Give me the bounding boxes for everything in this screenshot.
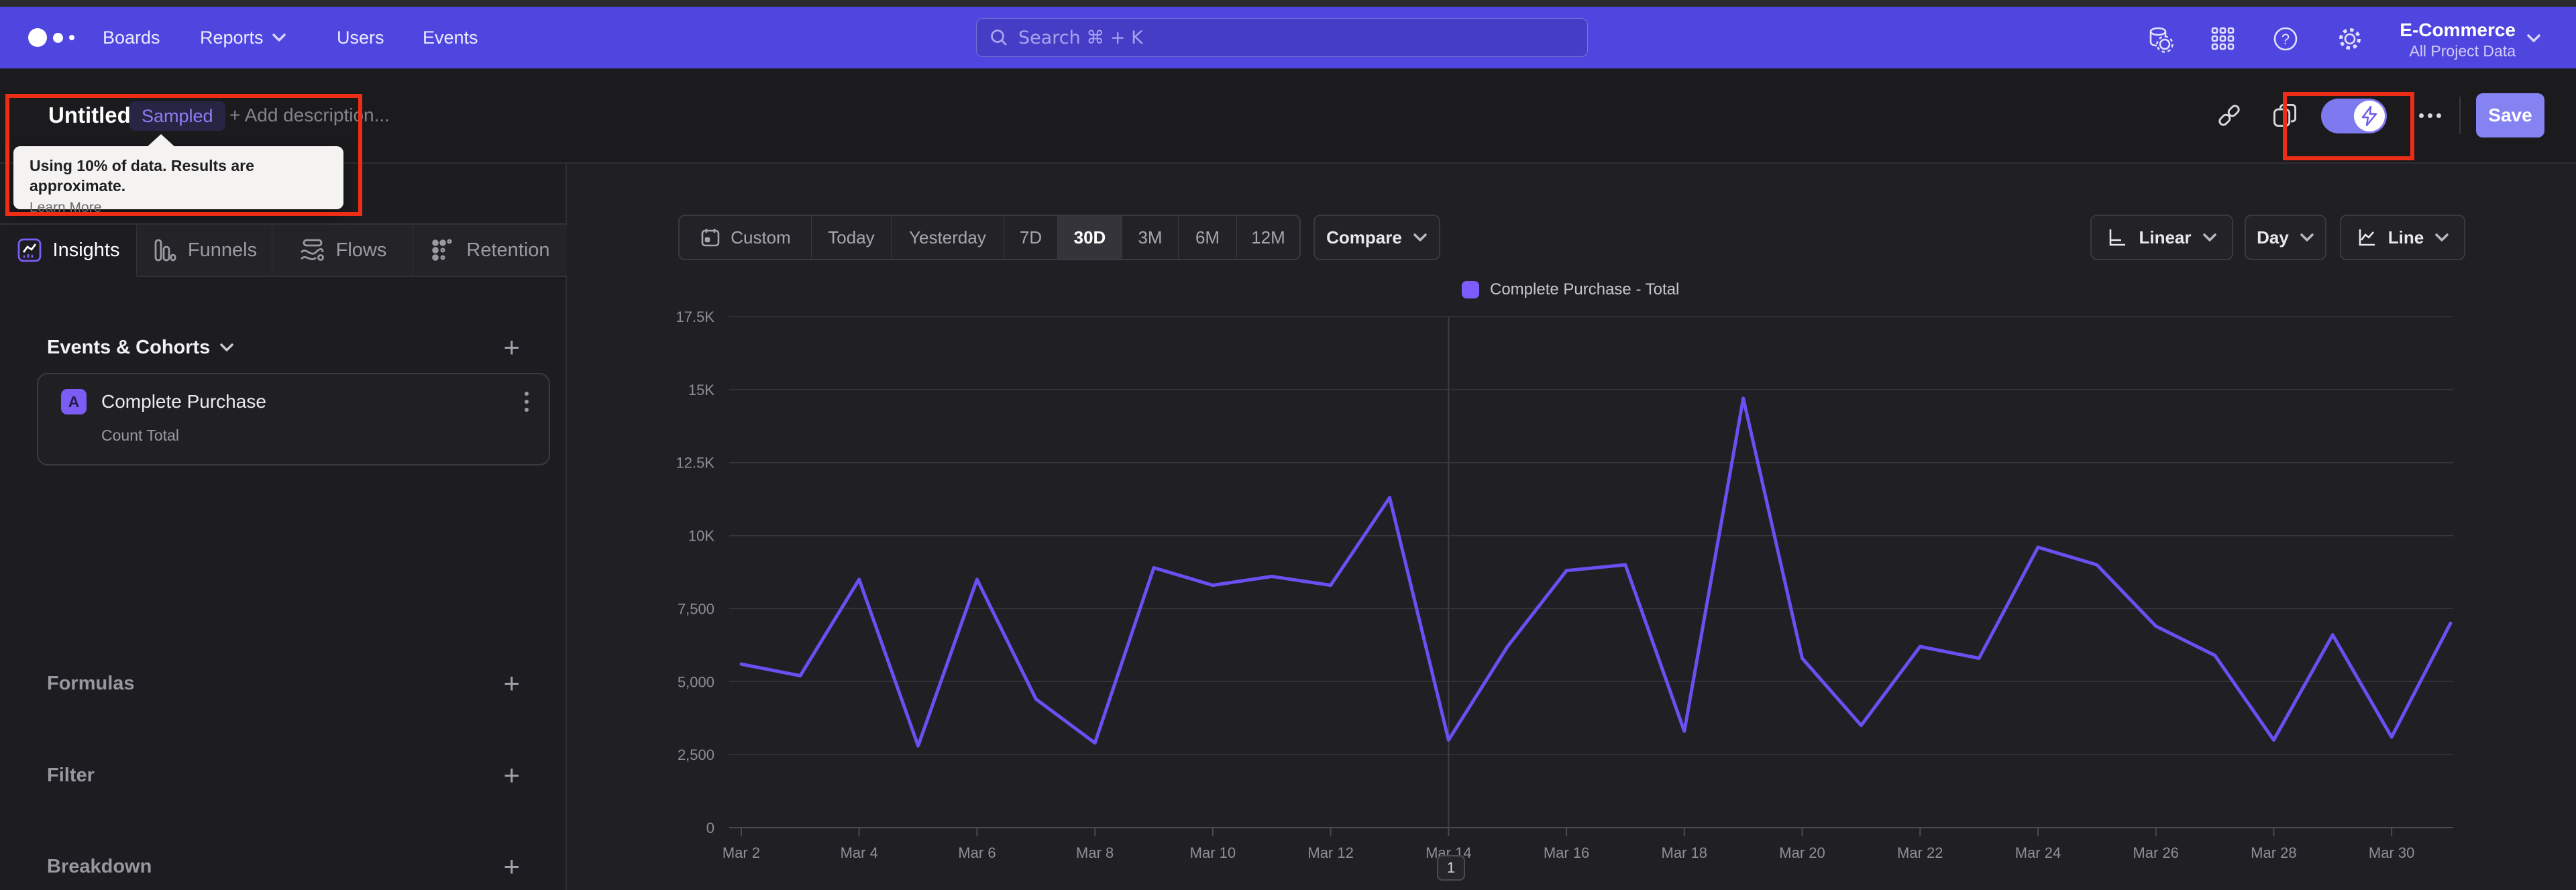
lightning-bolt-icon <box>2361 106 2377 126</box>
window-top-strip <box>0 0 2576 7</box>
svg-text:Mar 26: Mar 26 <box>2133 844 2178 861</box>
svg-text:5,000: 5,000 <box>678 673 714 690</box>
nav-users[interactable]: Users <box>337 7 384 68</box>
event-options-icon[interactable] <box>521 388 533 416</box>
flows-icon <box>300 239 324 261</box>
settings-gear-icon[interactable] <box>2335 24 2365 54</box>
svg-text:2,500: 2,500 <box>678 746 714 763</box>
project-scope: All Project Data <box>2409 42 2516 60</box>
report-header-bar: Untitled Sampled + Add description... Sa… <box>0 68 2576 164</box>
chart-panel: Custom Today Yesterday 7D 30D 3M 6M 12M … <box>568 164 2576 890</box>
svg-text:Mar 18: Mar 18 <box>1662 844 1707 861</box>
add-filter-button[interactable]: + <box>503 761 520 789</box>
search-icon <box>991 30 1007 46</box>
nav-boards[interactable]: Boards <box>103 7 160 68</box>
svg-text:?: ? <box>2282 31 2290 48</box>
svg-text:Mar 20: Mar 20 <box>1779 844 1825 861</box>
more-options-icon[interactable] <box>2412 98 2447 133</box>
section-breakdown: Breakdown + <box>47 850 520 882</box>
learn-more-link[interactable]: Learn More <box>30 200 101 216</box>
svg-text:Mar 24: Mar 24 <box>2015 844 2061 861</box>
add-event-button[interactable]: + <box>503 333 520 361</box>
svg-text:17.5K: 17.5K <box>676 309 715 325</box>
project-switcher[interactable]: E-Commerce All Project Data <box>2388 19 2516 60</box>
event-name: Complete Purchase <box>101 391 266 412</box>
sampled-badge[interactable]: Sampled <box>129 101 225 131</box>
svg-text:Mar 10: Mar 10 <box>1190 844 1236 861</box>
svg-text:Mar 30: Mar 30 <box>2369 844 2414 861</box>
sampling-toggle[interactable] <box>2321 99 2387 133</box>
line-chart[interactable]: 0 2,500 5,000 7,500 10K 12.5K 15K 17.5K Mar 2 Mar… <box>568 164 2576 890</box>
svg-text:Mar 6: Mar 6 <box>958 844 996 861</box>
add-formula-button[interactable]: + <box>503 669 520 698</box>
tab-flows[interactable]: Flows <box>272 225 413 277</box>
svg-text:Mar 4: Mar 4 <box>841 844 878 861</box>
mixpanel-insights-page: Boards Reports Users Events Search ⌘ + K… <box>0 0 2576 890</box>
svg-text:Mar 2: Mar 2 <box>722 844 760 861</box>
chevron-down-icon[interactable] <box>2526 34 2541 43</box>
events-cohorts-dropdown[interactable]: Events & Cohorts <box>47 337 234 359</box>
copy-link-icon[interactable] <box>2212 98 2247 133</box>
save-button[interactable]: Save <box>2476 93 2544 137</box>
event-metric[interactable]: Count Total <box>38 416 549 445</box>
svg-text:7,500: 7,500 <box>678 600 714 617</box>
event-letter-badge: A <box>61 389 87 414</box>
help-icon[interactable]: ? <box>2271 24 2300 54</box>
divider <box>2459 97 2461 134</box>
tab-retention[interactable]: Retention <box>413 225 567 277</box>
mixpanel-logo-icon[interactable] <box>28 28 74 47</box>
nav-reports[interactable]: Reports <box>200 7 286 68</box>
funnels-icon <box>154 239 176 262</box>
events-cohorts-header: Events & Cohorts + <box>47 333 520 362</box>
tooltip-text: Using 10% of data. Results are approxima… <box>30 157 254 194</box>
chevron-down-icon <box>220 343 234 351</box>
tab-insights[interactable]: Insights <box>0 225 137 277</box>
add-breakdown-button[interactable]: + <box>503 852 520 881</box>
svg-text:Mar 8: Mar 8 <box>1076 844 1114 861</box>
insights-icon <box>17 238 41 262</box>
section-formulas: Formulas + <box>47 667 520 699</box>
tooltip-arrow <box>146 134 176 148</box>
svg-text:Mar 22: Mar 22 <box>1897 844 1943 861</box>
svg-text:15K: 15K <box>688 382 714 398</box>
toggle-knob <box>2354 101 2385 131</box>
event-card[interactable]: A Complete Purchase Count Total <box>37 373 550 465</box>
svg-text:Mar 16: Mar 16 <box>1544 844 1589 861</box>
section-filter: Filter + <box>47 759 520 791</box>
pagination-page-1[interactable]: 1 <box>1437 855 1465 881</box>
add-to-board-icon[interactable] <box>2267 98 2302 133</box>
svg-text:12.5K: 12.5K <box>676 455 715 471</box>
project-name: E-Commerce <box>2400 19 2516 40</box>
nav-events[interactable]: Events <box>423 7 478 68</box>
global-search[interactable] <box>976 18 1588 57</box>
top-navigation-bar: Boards Reports Users Events Search ⌘ + K… <box>0 7 2576 68</box>
search-input[interactable] <box>1018 27 1575 48</box>
report-type-tabs: Insights Funnels Flows Retention <box>0 223 567 277</box>
data-management-icon[interactable] <box>2145 24 2174 54</box>
svg-text:0: 0 <box>706 820 714 836</box>
svg-text:Mar 12: Mar 12 <box>1307 844 1353 861</box>
chevron-down-icon <box>272 34 286 42</box>
sampling-tooltip: Using 10% of data. Results are approxima… <box>13 134 343 215</box>
tab-funnels[interactable]: Funnels <box>137 225 272 277</box>
svg-text:10K: 10K <box>688 528 714 545</box>
svg-text:Mar 28: Mar 28 <box>2251 844 2296 861</box>
retention-icon <box>432 239 452 261</box>
apps-grid-icon[interactable] <box>2208 24 2238 54</box>
query-builder-sidebar: Insights Funnels Flows Retention Events … <box>0 164 567 890</box>
